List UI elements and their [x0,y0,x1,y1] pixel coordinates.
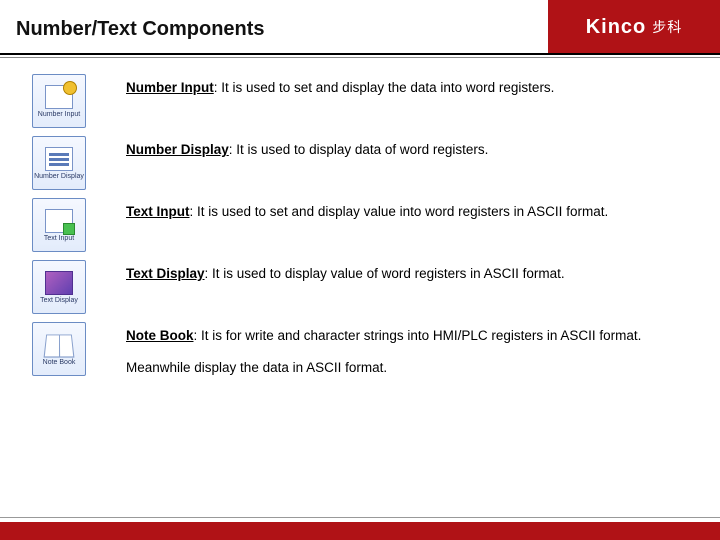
component-text: Note Book: It is for write and character… [126,320,720,385]
text-input-icon: Text Input [32,198,86,252]
term-desc: : It is used to display data of word reg… [229,142,489,157]
term-label: Text Input [126,204,190,219]
icon-caption: Number Display [34,173,84,180]
icon-caption: Note Book [43,359,76,366]
component-text: Text Input: It is used to set and displa… [126,196,720,228]
component-text: Text Display: It is used to display valu… [126,258,720,290]
component-text: Number Input: It is used to set and disp… [126,72,720,104]
number-input-icon: Number Input [32,74,86,128]
component-row: Text Input Text Input: It is used to set… [0,196,720,252]
footer-accent-bar [0,522,720,540]
component-row: Number Input Number Input: It is used to… [0,72,720,128]
header-rule-top [0,53,720,55]
note-book-icon: Note Book [32,322,86,376]
term-desc: : It is for write and character strings … [126,328,641,375]
text-display-icon: Text Display [32,260,86,314]
icon-caption: Text Input [44,235,74,242]
component-row: Note Book Note Book: It is for write and… [0,320,720,385]
page-title: Number/Text Components [16,18,265,41]
term-desc: : It is used to set and display value in… [190,204,609,219]
header-rule-bottom [0,57,720,58]
term-label: Number Input [126,80,214,95]
brand-logo: Kinco 步科 [548,0,720,54]
icon-caption: Number Input [38,111,80,118]
term-desc: : It is used to set and display the data… [214,80,555,95]
term-label: Text Display [126,266,205,281]
brand-text: Kinco [586,16,647,39]
component-text: Number Display: It is used to display da… [126,134,720,166]
icon-caption: Text Display [40,297,78,304]
term-label: Number Display [126,142,229,157]
term-desc: : It is used to display value of word re… [205,266,565,281]
number-display-icon: Number Display [32,136,86,190]
component-row: Text Display Text Display: It is used to… [0,258,720,314]
content-area: Number Input Number Input: It is used to… [0,72,720,391]
brand-cjk: 步科 [652,17,682,37]
component-row: Number Display Number Display: It is use… [0,134,720,190]
term-label: Note Book [126,328,194,343]
